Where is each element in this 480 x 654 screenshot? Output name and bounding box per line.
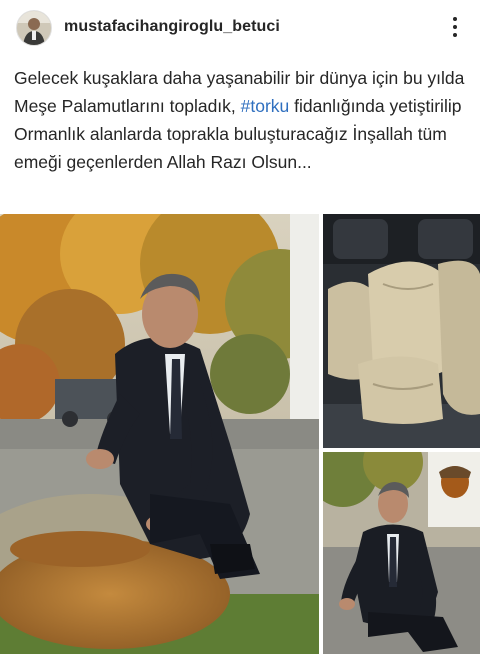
photo-man-crouching-image bbox=[323, 452, 480, 654]
photo-man-crouching[interactable] bbox=[323, 452, 480, 654]
photo-man-with-acorns-image bbox=[0, 214, 319, 654]
post-header: mustafacihangiroglu_betuci bbox=[0, 0, 480, 56]
photo-acorn-sacks[interactable] bbox=[323, 214, 480, 448]
more-options-icon[interactable] bbox=[442, 12, 468, 42]
photo-acorn-sacks-image bbox=[323, 214, 480, 448]
hashtag-link[interactable]: #torku bbox=[241, 96, 290, 116]
avatar[interactable] bbox=[16, 10, 52, 46]
more-dot bbox=[453, 17, 457, 21]
photo-collage[interactable] bbox=[0, 214, 480, 654]
more-dot bbox=[453, 25, 457, 29]
username[interactable]: mustafacihangiroglu_betuci bbox=[64, 18, 280, 36]
post-caption: Gelecek kuşaklara daha yaşanabilir bir d… bbox=[14, 64, 470, 176]
photo-man-with-acorns[interactable] bbox=[0, 214, 319, 654]
avatar-image bbox=[17, 11, 51, 45]
more-dot bbox=[453, 33, 457, 37]
